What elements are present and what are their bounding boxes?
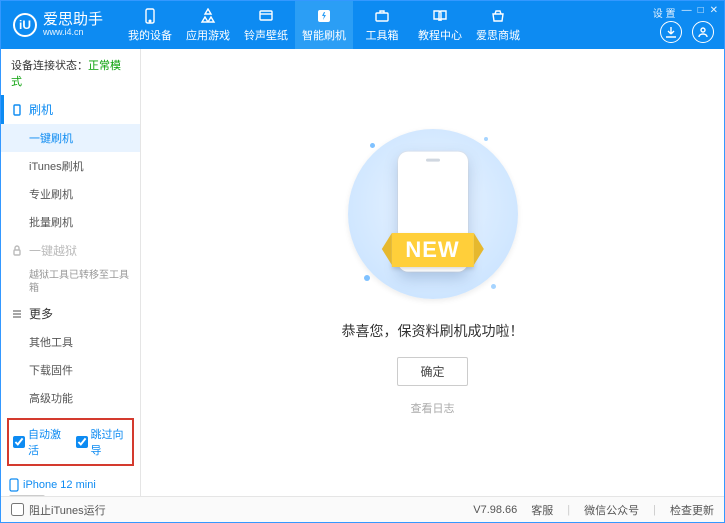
brand: iU 爱思助手 www.i4.cn (1, 12, 113, 38)
store-icon (489, 7, 507, 25)
new-banner: NEW (391, 233, 473, 267)
download-button[interactable] (660, 21, 682, 43)
sidebar-item-pro[interactable]: 专业刷机 (1, 180, 140, 208)
sidebar-head-label: 一键越狱 (29, 242, 77, 259)
update-link[interactable]: 检查更新 (670, 502, 714, 518)
checkbox-label: 自动激活 (28, 426, 66, 458)
sidebar-head-more[interactable]: 更多 (1, 299, 140, 328)
device-info[interactable]: iPhone 12 mini 64GB Down-12mini-13,1 (1, 472, 140, 496)
tab-label: 应用游戏 (186, 27, 230, 43)
logo-icon: iU (13, 13, 37, 37)
sidebar-head-flash[interactable]: 刷机 (1, 95, 140, 124)
view-log-link[interactable]: 查看日志 (411, 400, 455, 416)
tab-store[interactable]: 爱思商城 (469, 1, 527, 49)
main-content: NEW 恭喜您，保资料刷机成功啦！ 确定 查看日志 (141, 49, 724, 496)
tab-label: 教程中心 (418, 27, 462, 43)
tab-label: 智能刷机 (302, 27, 346, 43)
version-label: V7.98.66 (473, 504, 517, 516)
brand-text: 爱思助手 www.i4.cn (43, 12, 103, 38)
tab-label: 爱思商城 (476, 27, 520, 43)
wechat-link[interactable]: 微信公众号 (584, 502, 639, 518)
profile-button[interactable] (692, 21, 714, 43)
sidebar-item-advanced[interactable]: 高级功能 (1, 384, 140, 412)
tab-flash[interactable]: 智能刷机 (295, 1, 353, 49)
statusbar: 阻止iTunes运行 V7.98.66 客服 | 微信公众号 | 检查更新 (1, 496, 724, 522)
apps-icon (199, 7, 217, 25)
sidebar-head-jailbreak: 一键越狱 (1, 236, 140, 265)
tab-my-device[interactable]: 我的设备 (121, 1, 179, 49)
device-name-text: iPhone 12 mini (23, 479, 96, 491)
tab-label: 我的设备 (128, 27, 172, 43)
options-box: 自动激活 跳过向导 (7, 418, 134, 466)
minimize-button[interactable]: — (682, 5, 692, 20)
tab-toolbox[interactable]: 工具箱 (353, 1, 411, 49)
brand-name: 爱思助手 (43, 12, 103, 29)
checkbox-skip-guide-input[interactable] (76, 436, 88, 448)
statusbar-right: V7.98.66 客服 | 微信公众号 | 检查更新 (473, 502, 714, 518)
tab-label: 工具箱 (366, 27, 399, 43)
success-message: 恭喜您，保资料刷机成功啦！ (342, 321, 524, 341)
tab-ringtones[interactable]: 铃声壁纸 (237, 1, 295, 49)
app-window: iU 爱思助手 www.i4.cn 我的设备 应用游戏 铃声壁纸 智能刷机 (0, 0, 725, 523)
settings-button[interactable]: 设 置 (653, 5, 676, 20)
checkbox-label: 跳过向导 (91, 426, 129, 458)
checkbox-auto-activate-input[interactable] (13, 436, 25, 448)
sidebar-item-oneclick[interactable]: 一键刷机 (1, 124, 140, 152)
success-illustration: NEW (348, 129, 518, 299)
sidebar-item-batch[interactable]: 批量刷机 (1, 208, 140, 236)
checkbox-skip-guide[interactable]: 跳过向导 (76, 426, 129, 458)
ok-button[interactable]: 确定 (397, 357, 467, 386)
sidebar-item-itunes[interactable]: iTunes刷机 (1, 152, 140, 180)
jailbreak-note: 越狱工具已转移至工具箱 (1, 265, 140, 299)
phone-icon (141, 7, 159, 25)
toolbox-icon (373, 7, 391, 25)
sidebar-head-label: 更多 (29, 305, 53, 322)
sidebar-item-firmware[interactable]: 下载固件 (1, 356, 140, 384)
book-icon (431, 7, 449, 25)
phone-small-icon (11, 104, 23, 116)
block-itunes-label: 阻止iTunes运行 (29, 502, 106, 518)
media-icon (257, 7, 275, 25)
sidebar: 设备连接状态：正常模式 刷机 一键刷机 iTunes刷机 专业刷机 批量刷机 一… (1, 49, 141, 496)
user-icons (660, 21, 714, 43)
sidebar-head-label: 刷机 (29, 101, 53, 118)
body: 设备连接状态：正常模式 刷机 一键刷机 iTunes刷机 专业刷机 批量刷机 一… (1, 49, 724, 496)
close-button[interactable]: ✕ (710, 5, 718, 20)
lock-icon (11, 245, 23, 257)
tab-label: 铃声壁纸 (244, 27, 288, 43)
list-icon (11, 308, 23, 320)
connection-status: 设备连接状态：正常模式 (1, 49, 140, 95)
titlebar: iU 爱思助手 www.i4.cn 我的设备 应用游戏 铃声壁纸 智能刷机 (1, 1, 724, 49)
block-itunes-input[interactable] (11, 503, 24, 516)
window-controls: 设 置 — □ ✕ (653, 5, 718, 20)
checkbox-auto-activate[interactable]: 自动激活 (13, 426, 66, 458)
separator: | (567, 504, 570, 516)
main-tabs: 我的设备 应用游戏 铃声壁纸 智能刷机 工具箱 教程中心 (121, 1, 527, 49)
device-name: iPhone 12 mini (9, 478, 132, 492)
sidebar-item-other[interactable]: 其他工具 (1, 328, 140, 356)
block-itunes-checkbox[interactable]: 阻止iTunes运行 (11, 502, 106, 518)
conn-label: 设备连接状态： (11, 60, 88, 72)
kefu-link[interactable]: 客服 (531, 502, 553, 518)
tab-apps[interactable]: 应用游戏 (179, 1, 237, 49)
maximize-button[interactable]: □ (698, 5, 704, 20)
brand-url: www.i4.cn (43, 28, 103, 38)
flash-icon (315, 7, 333, 25)
separator: | (653, 504, 656, 516)
tab-tutorials[interactable]: 教程中心 (411, 1, 469, 49)
device-icon (9, 478, 19, 492)
